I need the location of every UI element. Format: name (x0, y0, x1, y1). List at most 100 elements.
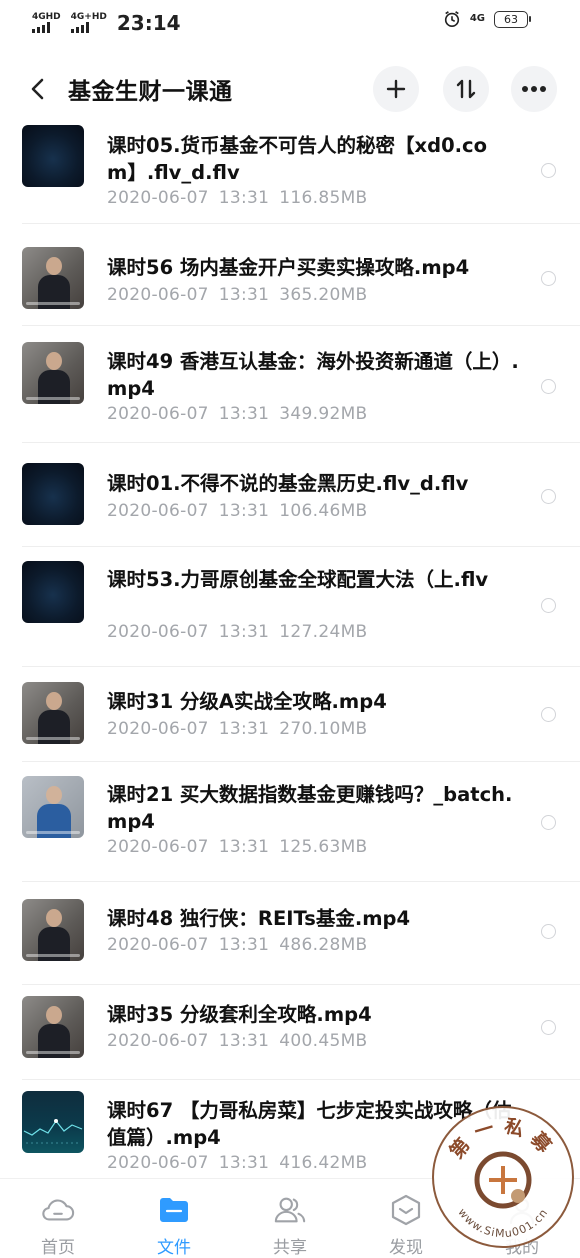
battery-level: 63 (504, 12, 518, 26)
tab-label: 文件 (157, 1238, 191, 1258)
file-size: 416.42MB (279, 1153, 368, 1173)
file-row[interactable]: 课时01.不得不说的基金黑历史.flv_d.flv 2020-06-07 13:3… (0, 443, 580, 547)
file-meta: 2020-06-07 13:31 486.28MB (107, 935, 368, 955)
network-label: 4G (469, 13, 485, 24)
folder-icon (157, 1193, 191, 1227)
more-button[interactable] (511, 66, 557, 112)
signal-1-label: 4GHD (32, 12, 61, 22)
select-radio[interactable] (541, 815, 556, 830)
file-time: 13:31 (218, 404, 270, 424)
tab-label: 共享 (273, 1238, 307, 1258)
file-time: 13:31 (218, 188, 270, 208)
page-title: 基金生财一课通 (68, 79, 233, 105)
file-size: 125.63MB (279, 837, 368, 857)
watermark-text-url: www.SiMu001.cn (455, 1206, 549, 1240)
add-button[interactable] (373, 66, 419, 112)
status-right: 4G 63 (443, 10, 531, 28)
file-date: 2020-06-07 (107, 1031, 209, 1051)
signal-2: 4G+HD (70, 12, 107, 33)
chevron-left-icon[interactable] (26, 77, 50, 101)
file-list[interactable]: 课时05.货币基金不可告人的秘密【xd0.com】.flv_d.flv 2020… (0, 120, 580, 1178)
file-size: 127.24MB (279, 622, 368, 642)
select-radio[interactable] (541, 163, 556, 178)
select-radio[interactable] (541, 924, 556, 939)
plus-icon (386, 79, 406, 99)
file-name: 课时48 独行侠：REITs基金.mp4 (107, 907, 411, 930)
file-time: 13:31 (218, 837, 270, 857)
file-time: 13:31 (218, 935, 270, 955)
file-size: 365.20MB (279, 285, 368, 305)
file-row[interactable]: 课时56 场内基金开户买卖实操攻略.mp4 2020-06-07 13:31 365… (0, 224, 580, 326)
signal-bars-icon (70, 22, 89, 33)
file-meta: 2020-06-07 13:31 127.24MB (107, 622, 368, 642)
file-meta: 2020-06-07 13:31 270.10MB (107, 719, 368, 739)
video-thumbnail (22, 682, 84, 744)
file-meta: 2020-06-07 13:31 365.20MB (107, 285, 368, 305)
file-time: 13:31 (218, 622, 270, 642)
tab-files[interactable]: 文件 (116, 1179, 232, 1258)
file-size: 116.85MB (279, 188, 368, 208)
signal-2-label: 4G+HD (70, 12, 107, 22)
more-icon (522, 86, 546, 92)
file-size: 486.28MB (279, 935, 368, 955)
file-meta: 2020-06-07 13:31 349.92MB (107, 404, 368, 424)
select-radio[interactable] (541, 1020, 556, 1035)
signal-bars-icon (32, 22, 50, 33)
file-row[interactable]: 课时49 香港互认基金：海外投资新通道（上）.mp4 2020-06-07 13:… (0, 326, 580, 443)
file-date: 2020-06-07 (107, 404, 209, 424)
svg-text:www.SiMu001.cn: www.SiMu001.cn (455, 1206, 550, 1240)
file-name: 课时21 买大数据指数基金更赚钱吗？_batch.mp4 (107, 783, 513, 833)
cloud-icon (41, 1193, 75, 1227)
file-row[interactable]: 课时05.货币基金不可告人的秘密【xd0.com】.flv_d.flv 2020… (0, 120, 580, 224)
file-time: 13:31 (218, 1153, 270, 1173)
file-name: 课时31 分级A实战全攻略.mp4 (107, 690, 387, 713)
file-name: 课时56 场内基金开户买卖实操攻略.mp4 (107, 256, 470, 279)
file-row[interactable]: 课时35 分级套利全攻略.mp4 2020-06-07 13:31 400.45MB (0, 985, 580, 1080)
file-meta: 2020-06-07 13:31 400.45MB (107, 1031, 368, 1051)
file-size: 106.46MB (279, 501, 368, 521)
video-thumbnail (22, 342, 84, 404)
select-radio[interactable] (541, 598, 556, 613)
tab-label: 首页 (41, 1238, 75, 1258)
video-thumbnail (22, 1091, 84, 1153)
file-name: 课时05.货币基金不可告人的秘密【xd0.com】.flv_d.flv (107, 134, 488, 184)
file-time: 13:31 (218, 501, 270, 521)
video-thumbnail (22, 463, 84, 525)
select-radio[interactable] (541, 379, 556, 394)
file-meta: 2020-06-07 13:31 106.46MB (107, 501, 368, 521)
file-size: 349.92MB (279, 404, 368, 424)
select-radio[interactable] (541, 271, 556, 286)
file-date: 2020-06-07 (107, 285, 209, 305)
file-meta: 2020-06-07 13:31 416.42MB (107, 1153, 368, 1173)
video-thumbnail (22, 996, 84, 1058)
status-time: 23:14 (116, 11, 181, 35)
file-row[interactable]: 课时53.力哥原创基金全球配置大法（上.flv 2020-06-07 13:31 1… (0, 547, 580, 667)
file-date: 2020-06-07 (107, 719, 209, 739)
file-row[interactable]: 课时21 买大数据指数基金更赚钱吗？_batch.mp4 2020-06-07 1… (0, 762, 580, 882)
video-thumbnail (22, 776, 84, 838)
tab-share[interactable]: 共享 (232, 1179, 348, 1258)
file-name: 课时01.不得不说的基金黑历史.flv_d.flv (107, 472, 469, 495)
tab-label: 发现 (389, 1238, 423, 1258)
file-date: 2020-06-07 (107, 622, 209, 642)
tab-home[interactable]: 首页 (0, 1179, 116, 1258)
sort-button[interactable] (443, 66, 489, 112)
file-row[interactable]: 课时48 独行侠：REITs基金.mp4 2020-06-07 13:31 486.… (0, 882, 580, 985)
file-meta: 2020-06-07 13:31 125.63MB (107, 837, 368, 857)
file-date: 2020-06-07 (107, 1153, 209, 1173)
file-size: 270.10MB (279, 719, 368, 739)
file-date: 2020-06-07 (107, 935, 209, 955)
chart-thumbnail-icon (23, 1119, 83, 1144)
file-name: 课时53.力哥原创基金全球配置大法（上.flv (107, 568, 489, 591)
file-time: 13:31 (218, 1031, 270, 1051)
file-name: 课时35 分级套利全攻略.mp4 (107, 1003, 372, 1026)
seal-logo-icon: 第一私募 www.SiMu001.cn (445, 1115, 553, 1240)
sort-icon (456, 79, 476, 99)
video-thumbnail (22, 247, 84, 309)
file-row[interactable]: 课时31 分级A实战全攻略.mp4 2020-06-07 13:31 270.10M… (0, 667, 580, 762)
select-radio[interactable] (541, 707, 556, 722)
file-date: 2020-06-07 (107, 501, 209, 521)
watermark-seal: 第一私募 www.SiMu001.cn (432, 1106, 574, 1248)
select-radio[interactable] (541, 489, 556, 504)
video-thumbnail (22, 561, 84, 623)
